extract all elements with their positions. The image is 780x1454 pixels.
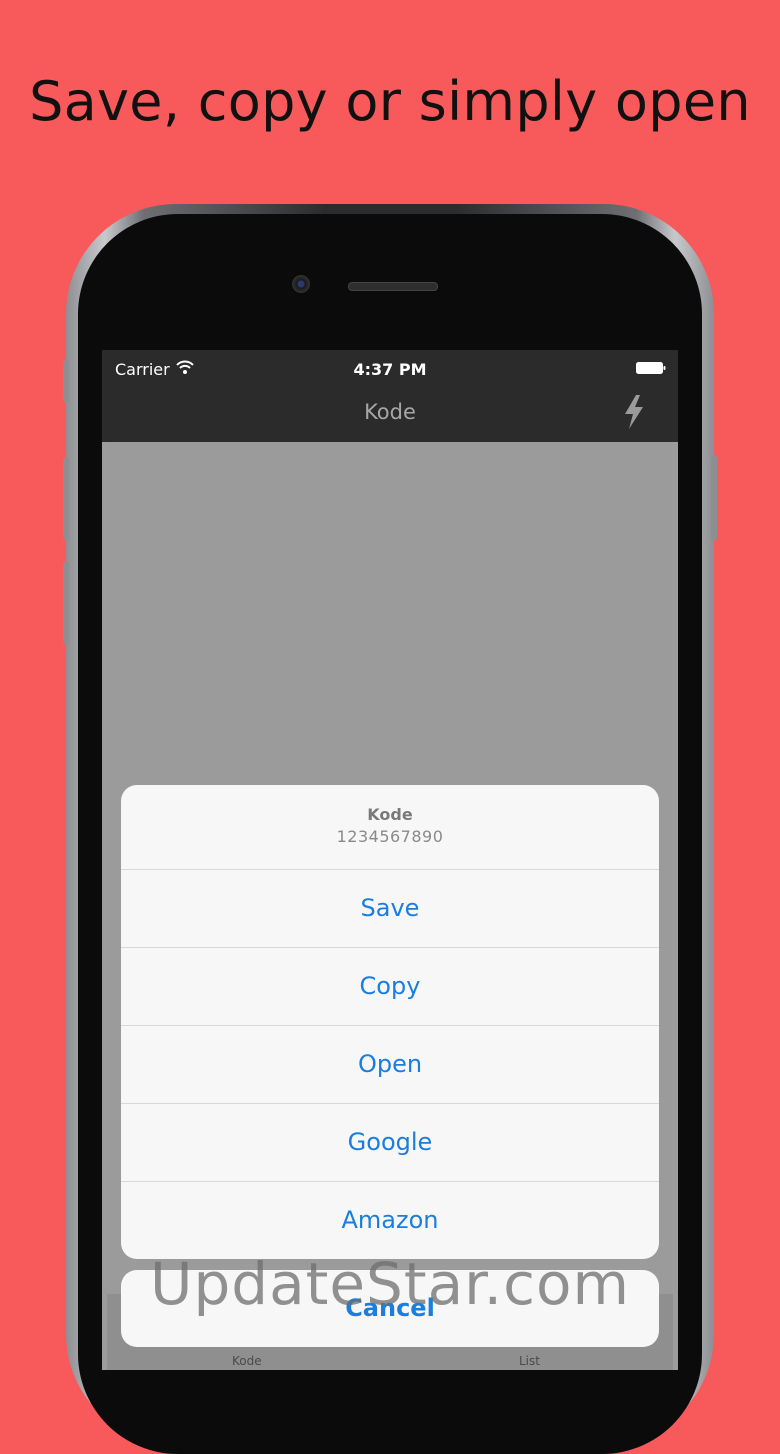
volume-up-button: [63, 458, 69, 540]
nav-title: Kode: [364, 400, 416, 424]
front-camera: [292, 275, 310, 293]
mute-switch: [63, 360, 69, 402]
action-sheet-message: 1234567890: [336, 827, 444, 846]
copy-button[interactable]: Copy: [121, 948, 659, 1026]
open-button[interactable]: Open: [121, 1026, 659, 1104]
promo-headline: Save, copy or simply open: [29, 70, 751, 133]
volume-down-button: [63, 562, 69, 644]
navigation-bar: Kode: [102, 388, 678, 442]
amazon-button[interactable]: Amazon: [121, 1182, 659, 1259]
google-button[interactable]: Google: [121, 1104, 659, 1182]
cancel-button[interactable]: Cancel: [121, 1270, 659, 1347]
tab-list[interactable]: List: [519, 1354, 540, 1368]
action-sheet-header: Kode 1234567890: [121, 785, 659, 870]
tab-kode[interactable]: Kode: [232, 1354, 262, 1368]
clock: 4:37 PM: [353, 360, 427, 379]
earpiece-speaker: [348, 282, 438, 291]
save-button[interactable]: Save: [121, 870, 659, 948]
power-button: [711, 455, 717, 541]
status-bar: Carrier 4:37 PM: [102, 350, 678, 388]
action-sheet-title: Kode: [367, 805, 413, 824]
lightning-bolt-icon[interactable]: [622, 394, 646, 430]
battery-icon: [636, 362, 666, 374]
action-sheet: Kode 1234567890 Save Copy Open Google Am…: [121, 785, 659, 1259]
